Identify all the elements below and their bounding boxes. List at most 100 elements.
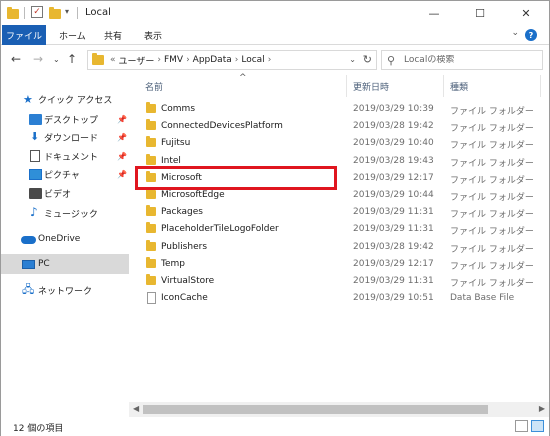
forward-arrow-icon[interactable]: → [33,52,43,66]
file-type: ファイル フォルダー [450,107,534,117]
back-arrow-icon[interactable]: ← [11,52,21,66]
desktop-icon [29,114,42,125]
table-row[interactable]: Temp 2019/03/29 12:17 ファイル フォルダー [129,256,549,273]
quick-access-dropdown-icon[interactable]: ▾ [65,7,69,16]
folder-icon [146,256,156,268]
tab-home[interactable]: ホーム [59,25,86,45]
close-button[interactable]: ✕ [503,1,549,25]
file-modified: 2019/03/28 19:42 [353,121,434,132]
search-box[interactable]: ⚲ [381,50,543,70]
table-row[interactable]: Fujitsu 2019/03/29 10:40 ファイル フォルダー [129,135,549,152]
file-type: ファイル フォルダー [450,210,534,221]
file-modified: 2019/03/29 10:51 [353,293,434,304]
picture-icon [29,169,42,180]
table-row[interactable]: Comms 2019/03/29 10:39 ファイル フォルダー [129,101,549,118]
status-bar: 12 個の項目 [1,417,549,436]
pin-icon[interactable]: 📌 [117,152,127,161]
highlight-box [135,166,337,190]
details-view-icon[interactable] [515,420,528,432]
sidebar-item-quick-access[interactable]: ★ クイック アクセス [1,89,129,109]
column-header-modified[interactable]: 更新日時 [353,75,389,97]
music-icon: ♪ [30,205,38,219]
breadcrumb-separator-icon[interactable]: › [157,55,161,65]
column-header-type[interactable]: 種類 [450,75,468,97]
pin-icon[interactable]: 📌 [117,133,127,142]
sidebar-item-pc[interactable]: PC [1,254,129,274]
breadcrumb-separator-icon[interactable]: › [235,55,239,65]
file-name: VirtualStore [161,276,215,286]
new-folder-icon[interactable] [49,7,61,19]
sidebar-item-videos[interactable]: ビデオ [1,183,129,203]
search-icon: ⚲ [387,54,396,67]
maximize-button[interactable]: ☐ [457,1,503,25]
navigation-bar: ← → ⌄ ↑ « ユーザー › FMV › AppData › Local ›… [1,45,549,75]
column-divider[interactable] [540,75,541,97]
sidebar-item-downloads[interactable]: ⬇ ダウンロード 📌 [1,127,129,147]
breadcrumb-local[interactable]: Local [241,55,264,65]
tab-view[interactable]: 表示 [144,25,162,45]
sidebar-item-documents[interactable]: ドキュメント 📌 [1,146,129,166]
column-divider[interactable] [346,75,347,97]
download-icon: ⬇ [30,130,40,143]
column-divider[interactable] [443,75,444,97]
table-row[interactable]: PlaceholderTileLogoFolder 2019/03/29 11:3… [129,221,549,238]
tab-file[interactable]: ファイル [2,25,46,45]
folder-icon [146,136,156,148]
address-dropdown-icon[interactable]: ⌄ [349,55,356,64]
sidebar-item-onedrive[interactable]: OneDrive [1,229,129,249]
sidebar-item-label: ピクチャ [44,170,80,181]
file-name: MicrosoftEdge [161,190,225,200]
window-title: Local [85,7,111,18]
file-name: Packages [161,207,203,218]
breadcrumb-separator-icon[interactable]: › [268,55,272,65]
properties-check-icon[interactable]: ✓ [31,6,43,18]
address-bar[interactable]: « ユーザー › FMV › AppData › Local › ⌄ ↻ [87,50,377,70]
sidebar-item-music[interactable]: ♪ ミュージック [1,203,129,223]
file-name: Intel [161,155,181,166]
pin-icon[interactable]: 📌 [117,170,127,179]
table-row[interactable]: ConnectedDevicesPlatform 2019/03/28 19:42… [129,118,549,135]
table-row[interactable]: VirtualStore 2019/03/29 11:31 ファイル フォルダー [129,273,549,290]
breadcrumb-separator-icon[interactable]: › [186,55,190,65]
sidebar-item-pictures[interactable]: ピクチャ 📌 [1,164,129,184]
address-overflow[interactable]: « [110,55,116,65]
chevron-down-icon[interactable]: ⌄ [511,28,519,38]
folder-icon [146,188,156,199]
folder-icon [92,53,104,65]
breadcrumb-appdata[interactable]: AppData [193,55,232,65]
table-row[interactable]: Publishers 2019/03/28 19:42 ファイル フォルダー [129,239,549,256]
breadcrumb-fmv[interactable]: FMV [164,55,183,65]
recent-locations-icon[interactable]: ⌄ [53,55,60,64]
table-row[interactable]: IconCache 2019/03/29 10:51 Data Base File [129,290,549,307]
horizontal-scrollbar[interactable]: ◀ ▶ [129,402,549,417]
item-count: 12 個の項目 [13,424,64,434]
file-type: ファイル フォルダー [450,261,534,272]
help-icon[interactable]: ? [525,29,537,41]
refresh-icon[interactable]: ↻ [363,53,372,66]
folder-icon [146,222,156,234]
search-input[interactable] [404,55,534,65]
up-arrow-icon[interactable]: ↑ [67,52,77,66]
large-icons-view-icon[interactable] [531,420,544,432]
file-modified: 2019/03/28 19:43 [353,155,434,166]
sidebar-item-desktop[interactable]: デスクトップ 📌 [1,109,129,129]
explorer-window: ✓ ▾ Local — ☐ ✕ ファイル ホーム 共有 表示 ⌄ ? ← → ⌄… [0,0,550,436]
table-row[interactable]: Packages 2019/03/29 11:31 ファイル フォルダー [129,204,549,221]
scroll-left-icon[interactable]: ◀ [133,404,139,413]
scroll-right-icon[interactable]: ▶ [539,404,545,413]
folder-icon [146,205,156,217]
pin-icon[interactable]: 📌 [117,115,127,124]
file-type: ファイル フォルダー [450,158,534,169]
folder-icon [7,7,19,19]
breadcrumb-users[interactable]: ユーザー [119,54,155,67]
sidebar-item-network[interactable]: 🖧 ネットワーク [1,280,129,300]
navigation-pane: ★ クイック アクセス デスクトップ 📌 ⬇ ダウンロード 📌 ドキュメント 📌… [1,77,129,411]
file-modified: 2019/03/29 10:44 [353,190,434,200]
scrollbar-thumb[interactable] [143,405,488,414]
column-header-name[interactable]: 名前 [145,75,163,97]
file-type: ファイル フォルダー [450,244,534,255]
file-type: ファイル フォルダー [450,175,534,186]
minimize-button[interactable]: — [411,1,457,25]
computer-icon [22,260,35,269]
tab-share[interactable]: 共有 [104,25,122,45]
